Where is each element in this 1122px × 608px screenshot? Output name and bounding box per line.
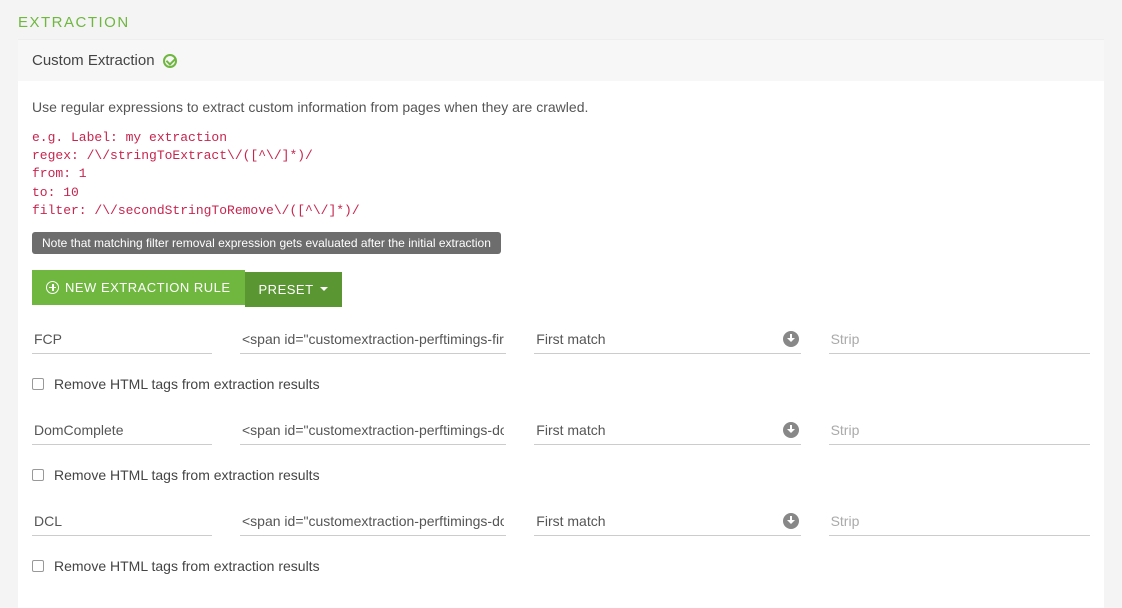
page-header: EXTRACTION xyxy=(0,0,1122,39)
strip-input[interactable] xyxy=(829,416,1090,445)
check-circle-icon xyxy=(163,54,177,68)
rule-name-input[interactable] xyxy=(32,325,212,354)
rule-regex-input[interactable] xyxy=(240,507,506,536)
extraction-rule: First match Remove HTML tags from extrac… xyxy=(32,507,1090,574)
checkbox-icon[interactable] xyxy=(32,560,44,572)
new-rule-label: NEW EXTRACTION RULE xyxy=(65,280,231,295)
remove-html-label: Remove HTML tags from extraction results xyxy=(54,467,320,483)
rule-name-input[interactable] xyxy=(32,416,212,445)
extraction-rule: First match Remove HTML tags from extrac… xyxy=(32,416,1090,483)
remove-html-checkbox-row[interactable]: Remove HTML tags from extraction results xyxy=(32,376,1090,392)
arrow-down-circle-icon xyxy=(783,331,799,347)
match-select-value: First match xyxy=(536,331,605,347)
checkbox-icon[interactable] xyxy=(32,469,44,481)
remove-html-checkbox-row[interactable]: Remove HTML tags from extraction results xyxy=(32,467,1090,483)
extraction-rule: First match Remove HTML tags from extrac… xyxy=(32,325,1090,392)
rule-name-input[interactable] xyxy=(32,507,212,536)
remove-html-checkbox-row[interactable]: Remove HTML tags from extraction results xyxy=(32,558,1090,574)
match-select-value: First match xyxy=(536,513,605,529)
remove-html-label: Remove HTML tags from extraction results xyxy=(54,376,320,392)
note-pill: Note that matching filter removal expres… xyxy=(32,232,501,254)
preset-label: PRESET xyxy=(259,282,314,297)
match-select[interactable]: First match xyxy=(534,416,800,445)
strip-input[interactable] xyxy=(829,325,1090,354)
remove-html-label: Remove HTML tags from extraction results xyxy=(54,558,320,574)
section-description: Use regular expressions to extract custo… xyxy=(32,99,1090,115)
caret-down-icon xyxy=(320,287,328,291)
new-extraction-rule-button[interactable]: NEW EXTRACTION RULE xyxy=(32,270,245,305)
section-title: Custom Extraction xyxy=(32,52,155,69)
match-select-value: First match xyxy=(536,422,605,438)
page-title: EXTRACTION xyxy=(18,14,130,31)
example-code: e.g. Label: my extraction regex: /\/stri… xyxy=(32,129,1090,220)
preset-dropdown-button[interactable]: PRESET xyxy=(245,272,342,307)
rule-regex-input[interactable] xyxy=(240,416,506,445)
plus-circle-icon xyxy=(46,281,59,294)
custom-extraction-section: Custom Extraction Use regular expression… xyxy=(18,39,1104,608)
section-header[interactable]: Custom Extraction xyxy=(18,39,1104,81)
arrow-down-circle-icon xyxy=(783,422,799,438)
section-body: Use regular expressions to extract custo… xyxy=(18,81,1104,608)
checkbox-icon[interactable] xyxy=(32,378,44,390)
match-select[interactable]: First match xyxy=(534,325,800,354)
arrow-down-circle-icon xyxy=(783,513,799,529)
button-row: NEW EXTRACTION RULE PRESET xyxy=(32,270,1090,307)
rule-regex-input[interactable] xyxy=(240,325,506,354)
match-select[interactable]: First match xyxy=(534,507,800,536)
strip-input[interactable] xyxy=(829,507,1090,536)
